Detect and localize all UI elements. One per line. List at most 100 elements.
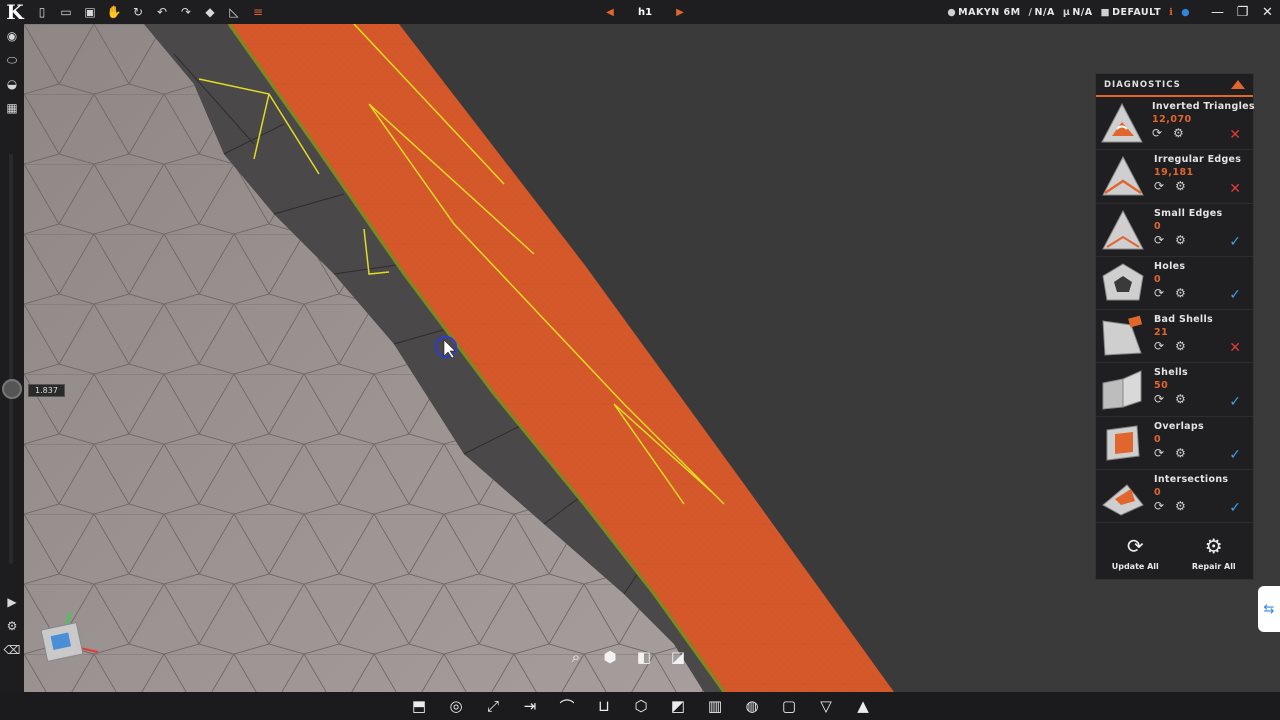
redo-icon[interactable]: ↷ — [174, 0, 198, 24]
repair-gear-icon[interactable]: ⚙ — [1173, 126, 1194, 140]
save-icon[interactable]: ▣ — [78, 0, 102, 24]
position-icon[interactable]: ◎ — [445, 697, 467, 715]
bottom-toolbar: ⬒ ◎ ⤢ ⇥ ⌒ ⊔ ⬡ ◩ ▥ ◍ ▢ ▽ ▲ — [0, 692, 1280, 720]
connection-icon[interactable]: ● — [1181, 7, 1190, 18]
mesh-grid-icon[interactable]: ▦ — [0, 96, 24, 120]
stack-icon[interactable]: ▥ — [704, 697, 726, 715]
marker-icon[interactable]: ◆ — [198, 0, 222, 24]
database-icon: ● — [947, 6, 957, 18]
scale-icon[interactable]: ⤢ — [482, 697, 504, 715]
info-icon[interactable]: ℹ — [1169, 7, 1173, 18]
pen-icon: ∕ — [1028, 6, 1033, 18]
profile-status[interactable]: ■ DEFAULT — [1101, 7, 1162, 18]
diag-item-holes: Holes 0 ⟳ ⚙ ✓ — [1096, 257, 1253, 311]
view-section-icon[interactable]: ◪ — [668, 648, 688, 666]
diagnostics-title: DIAGNOSTICS — [1104, 79, 1181, 90]
repair-gear-icon[interactable]: ⚙ — [1175, 339, 1196, 353]
rotate-icon[interactable]: ↻ — [126, 0, 150, 24]
overlaps-thumbnail-icon — [1100, 421, 1146, 465]
repair-all-button[interactable]: ⚙ Repair All — [1175, 525, 1254, 579]
repair-gear-icon[interactable]: ⚙ — [1175, 233, 1196, 247]
shells-thumbnail-icon — [1100, 368, 1146, 412]
undo-icon[interactable]: ↶ — [150, 0, 174, 24]
minimize-button[interactable]: — — [1205, 0, 1230, 24]
pan-hand-icon[interactable]: ✋ — [102, 0, 126, 24]
slider-value-label: 1.837 — [28, 384, 65, 397]
profile-icon: ■ — [1100, 6, 1111, 18]
cut-icon[interactable]: ◩ — [667, 697, 689, 715]
opacity-slider-handle[interactable] — [2, 379, 22, 399]
zoom-icon[interactable]: ⌕ — [566, 648, 586, 666]
opacity-slider-track[interactable] — [9, 154, 13, 564]
refresh-icon[interactable]: ⟳ — [1154, 286, 1175, 300]
diagnostics-panel: DIAGNOSTICS Inverted Triangles 12,070 ⟳ ⚙… — [1095, 73, 1255, 580]
triangle-icon[interactable]: ▲ — [852, 697, 874, 715]
diag-item-intersections: Intersections 0 ⟳ ⚙ ✓ — [1096, 470, 1253, 524]
visibility-eye-icon[interactable]: ◉ — [0, 24, 24, 48]
3d-viewport[interactable]: 1.837 — [24, 24, 1280, 692]
view-front-icon[interactable]: ◧ — [634, 648, 654, 666]
document-name: h1 — [637, 6, 653, 18]
view-cube-icon[interactable]: ⬢ — [600, 648, 620, 666]
previous-document-button[interactable]: ◀ — [600, 7, 620, 18]
new-file-icon[interactable]: ▯ — [30, 0, 54, 24]
box-frame-icon[interactable]: ▢ — [778, 697, 800, 715]
teamviewer-icon: ⇆ — [1263, 601, 1275, 617]
refresh-icon[interactable]: ⟳ — [1154, 446, 1175, 460]
update-all-button[interactable]: ⟳ Update All — [1096, 525, 1175, 579]
diag-item-bad-shells: Bad Shells 21 ⟳ ⚙ ✕ — [1096, 310, 1253, 364]
eraser-icon[interactable]: ⌫ — [0, 638, 24, 662]
intersections-thumbnail-icon — [1100, 474, 1146, 518]
remote-support-tab[interactable]: ⇆ — [1258, 586, 1280, 632]
refresh-icon[interactable]: ⟳ — [1154, 233, 1175, 247]
repair-gear-icon[interactable]: ⚙ — [1175, 392, 1196, 406]
filter-icon[interactable]: ▽ — [815, 697, 837, 715]
small-edges-thumbnail-icon — [1100, 208, 1146, 252]
repair-gear-icon[interactable]: ⚙ — [1175, 286, 1196, 300]
tray-icon[interactable]: ⊔ — [593, 697, 615, 715]
import-icon[interactable]: ⬒ — [408, 697, 430, 715]
collapse-triangle-icon[interactable] — [1231, 80, 1245, 89]
wireframe-icon[interactable]: ◒ — [0, 72, 24, 96]
refresh-icon[interactable]: ⟳ — [1152, 126, 1173, 140]
irregular-edges-thumbnail-icon — [1100, 154, 1146, 198]
play-icon[interactable]: ▶ — [0, 590, 24, 614]
repair-gear-icon[interactable]: ⚙ — [1175, 499, 1196, 513]
repair-gear-icon[interactable]: ⚙ — [1175, 446, 1196, 460]
diagnostics-actions: ⟳ Update All ⚙ Repair All — [1096, 525, 1253, 579]
diag-item-irregular-edges: Irregular Edges 19,181 ⟳ ⚙ ✕ — [1096, 150, 1253, 204]
dropdown-icon[interactable]: ≡ — [246, 0, 270, 24]
smooth-icon[interactable]: ⌒ — [556, 696, 578, 717]
settings-gear-icon[interactable]: ⚙ — [0, 614, 24, 638]
close-button[interactable]: ✕ — [1255, 0, 1280, 24]
refresh-icon[interactable]: ⟳ — [1154, 339, 1175, 353]
status-fail-icon: ✕ — [1229, 340, 1241, 357]
export-icon[interactable]: ⇥ — [519, 697, 541, 715]
refresh-icon[interactable]: ⟳ — [1154, 392, 1175, 406]
shading-icon[interactable]: ⬭ — [0, 48, 24, 72]
repair-gear-icon: ⚙ — [1204, 533, 1223, 558]
status-na-2: μ N/A — [1062, 6, 1093, 18]
diag-item-small-edges: Small Edges 0 ⟳ ⚙ ✓ — [1096, 204, 1253, 257]
status-ok-icon: ✓ — [1229, 447, 1241, 464]
status-fail-icon: ✕ — [1229, 127, 1241, 144]
diag-item-overlaps: Overlaps 0 ⟳ ⚙ ✓ — [1096, 417, 1253, 471]
sphere-icon[interactable]: ◍ — [741, 697, 763, 715]
inverted-triangle-thumbnail-icon — [1100, 101, 1144, 145]
cube-icon[interactable]: ⬡ — [630, 697, 652, 715]
status-na-1: ∕ N/A — [1028, 6, 1055, 18]
diagnostics-header[interactable]: DIAGNOSTICS — [1096, 74, 1253, 97]
status-fail-icon: ✕ — [1229, 180, 1241, 197]
measure-icon[interactable]: ◺ — [222, 0, 246, 24]
refresh-icon[interactable]: ⟳ — [1154, 179, 1175, 193]
repair-gear-icon[interactable]: ⚙ — [1175, 179, 1196, 193]
maximize-button[interactable]: ❐ — [1230, 0, 1255, 24]
document-navigator: ◀ h1 ▶ — [600, 0, 690, 24]
open-folder-icon[interactable]: ▭ — [54, 0, 78, 24]
refresh-icon[interactable]: ⟳ — [1154, 499, 1175, 513]
app-logo: K — [6, 0, 24, 24]
viewport-tools: ⌕ ⬢ ◧ ◪ — [566, 648, 688, 666]
update-refresh-icon: ⟳ — [1126, 533, 1144, 558]
left-toolbar: ◉ ⬭ ◒ ▦ ▶ ⚙ ⌫ — [0, 24, 24, 692]
next-document-button[interactable]: ▶ — [670, 7, 690, 18]
